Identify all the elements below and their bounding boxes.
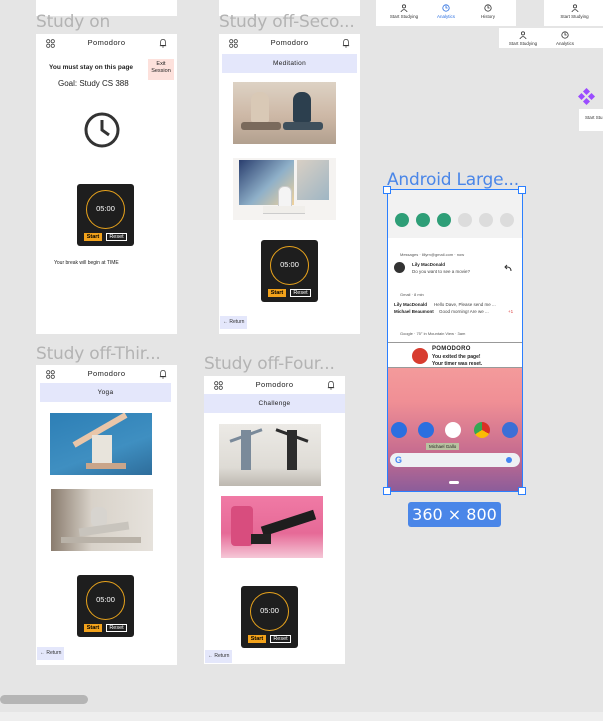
- return-button[interactable]: ← Return: [205, 650, 233, 663]
- clock-icon: [84, 112, 120, 148]
- meditation-photo-2: [233, 158, 336, 220]
- frame-title-study-off-third[interactable]: Study off-Thir...: [36, 344, 161, 364]
- nav-bar-frame: Start Studying Analytics History: [376, 0, 516, 26]
- frame-study-off-second[interactable]: Pomodoro Meditation 05:00 Start Reset ← …: [219, 34, 360, 334]
- challenge-photo-1: [219, 424, 321, 486]
- section-band: Yoga: [40, 383, 171, 402]
- nav-item-analytics[interactable]: Analytics: [426, 4, 466, 19]
- app-header: Pomodoro: [36, 365, 177, 383]
- bell-icon[interactable]: [342, 38, 350, 48]
- nav-item-label: Start Studying: [508, 41, 538, 46]
- frame-title-android[interactable]: Android Large...: [387, 170, 519, 190]
- timer-widget: 05:00 Start Reset: [77, 184, 134, 246]
- return-button[interactable]: ← Return: [220, 316, 248, 329]
- frame-title-study-off-fourth[interactable]: Study off-Four...: [204, 354, 335, 374]
- nav-item-label: Start Studying: [560, 14, 589, 19]
- yoga-photo-2: [51, 489, 153, 551]
- size-badge: 360 × 800: [408, 502, 501, 527]
- stay-text: You must stay on this page: [49, 64, 134, 71]
- person-icon: [400, 4, 408, 12]
- nav-item-edge[interactable]: Start Stu: [585, 115, 603, 120]
- timer-time: 05:00: [280, 260, 299, 269]
- section-band: Meditation: [222, 54, 357, 73]
- app-header: Pomodoro: [219, 34, 360, 52]
- selection-handle-tl[interactable]: [383, 186, 391, 194]
- nav-item-start-studying-right[interactable]: Start Studying: [552, 4, 597, 19]
- nav-bar-frame-edge: Start Stu: [579, 109, 603, 131]
- nav-item-label: Start Stu: [585, 115, 603, 120]
- start-button[interactable]: Start: [248, 635, 266, 643]
- selection-handle-bl[interactable]: [383, 487, 391, 495]
- nav-item-start-studying[interactable]: Start Studying: [384, 4, 424, 19]
- reset-button[interactable]: Reset: [106, 233, 127, 241]
- selection-handle-br[interactable]: [518, 487, 526, 495]
- nav-bar-frame-second: Start Studying Analytics: [499, 28, 603, 48]
- challenge-photo-2: [221, 496, 323, 558]
- nav-item-label: Analytics: [555, 41, 574, 46]
- app-header: Pomodoro: [204, 376, 345, 394]
- nav-item-analytics-2[interactable]: Analytics: [545, 31, 585, 46]
- horizontal-scrollbar[interactable]: [0, 695, 88, 704]
- clock-icon: [561, 31, 569, 39]
- nav-item-history[interactable]: History: [468, 4, 508, 19]
- frame-study-off-third[interactable]: Pomodoro Yoga 05:00 Start Reset ← Return: [36, 365, 177, 665]
- return-button[interactable]: ← Return: [37, 647, 65, 660]
- exit-session-button[interactable]: Exit Session: [148, 59, 174, 80]
- component-icon: [578, 88, 596, 106]
- start-button[interactable]: Start: [84, 624, 102, 632]
- app-title: Pomodoro: [87, 369, 126, 378]
- timer-widget: 05:00 Start Reset: [241, 586, 298, 648]
- clock-icon: [442, 4, 450, 12]
- start-button[interactable]: Start: [84, 233, 102, 241]
- start-button[interactable]: Start: [268, 289, 286, 297]
- app-header: Pomodoro: [36, 34, 177, 52]
- app-title: Pomodoro: [255, 380, 294, 389]
- person-icon: [519, 31, 527, 39]
- bell-icon[interactable]: [159, 38, 167, 48]
- nav-item-label: Analytics: [436, 14, 455, 19]
- app-title: Pomodoro: [87, 38, 126, 47]
- break-text: Your break will begin at TIME: [54, 260, 119, 266]
- timer-widget: 05:00 Start Reset: [77, 575, 134, 637]
- nav-item-label: Start Studying: [389, 14, 419, 19]
- app-title: Pomodoro: [270, 38, 309, 47]
- goal-text: Goal: Study CS 388: [58, 79, 129, 88]
- section-band: Challenge: [204, 394, 345, 413]
- bell-icon[interactable]: [159, 369, 167, 379]
- reset-button[interactable]: Reset: [290, 289, 311, 297]
- nav-bar-frame-right: Start Studying: [544, 0, 603, 26]
- bell-icon[interactable]: [327, 380, 335, 390]
- reset-button[interactable]: Reset: [106, 624, 127, 632]
- frame-study-on[interactable]: Pomodoro You must stay on this page Exit…: [36, 34, 177, 334]
- selection-outline: [387, 189, 523, 492]
- timer-time: 05:00: [260, 606, 279, 615]
- reset-button[interactable]: Reset: [270, 635, 291, 643]
- meditation-photo-1: [233, 82, 336, 144]
- timer-widget: 05:00 Start Reset: [261, 240, 318, 302]
- yoga-photo-1: [50, 413, 152, 475]
- frame-title-study-off-second[interactable]: Study off-Seco...: [219, 12, 355, 32]
- nav-item-label: History: [480, 14, 495, 19]
- selection-handle-tr[interactable]: [518, 186, 526, 194]
- bottom-bar: [0, 712, 603, 721]
- timer-time: 05:00: [96, 204, 115, 213]
- frame-study-off-fourth[interactable]: Pomodoro Challenge 05:00 Start Reset ← R…: [204, 376, 345, 664]
- history-icon: [484, 4, 492, 12]
- timer-time: 05:00: [96, 595, 115, 604]
- nav-item-start-studying-2[interactable]: Start Studying: [503, 31, 543, 46]
- person-icon: [570, 4, 579, 12]
- frame-title-study-on[interactable]: Study on: [36, 12, 110, 32]
